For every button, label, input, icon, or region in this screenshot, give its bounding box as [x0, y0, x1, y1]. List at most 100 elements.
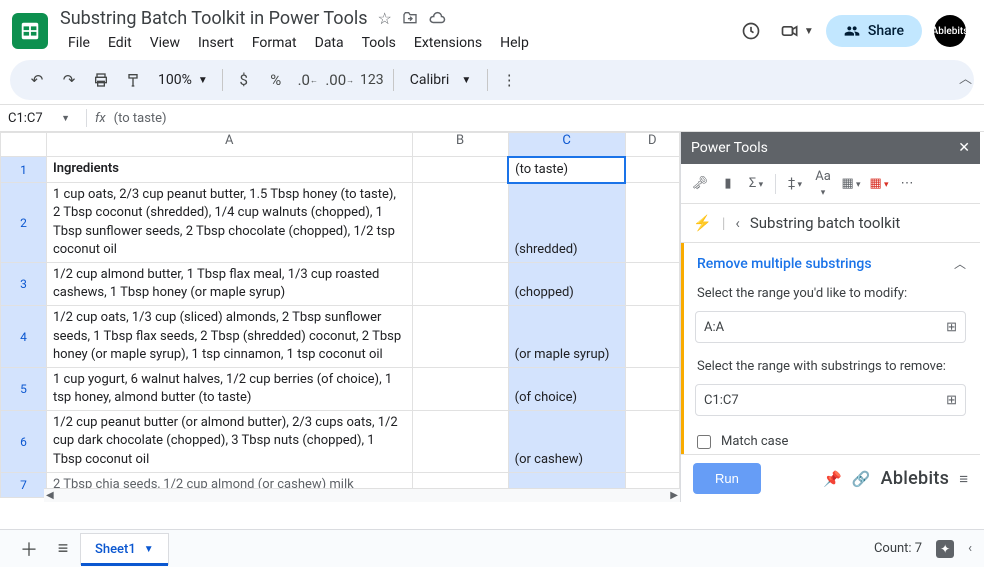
percent-icon[interactable]: % [261, 66, 291, 94]
toolbar: ↶ ↷ 100%▼ $ % .0← .00→ 123 Calibri▼ ⋮ [10, 60, 974, 100]
redo-icon[interactable]: ↷ [54, 66, 84, 94]
panel-close-icon[interactable]: ✕ [958, 140, 970, 156]
col-header-d[interactable]: D [625, 133, 679, 157]
tool-clear-icon[interactable]: ▦ [868, 176, 890, 191]
paint-format-icon[interactable] [118, 66, 148, 94]
history-icon[interactable] [734, 14, 768, 48]
cell[interactable]: (chopped) [508, 262, 625, 305]
bolt-icon[interactable]: ⚡ [693, 214, 712, 232]
cell[interactable] [625, 183, 679, 263]
menu-tools[interactable]: Tools [354, 31, 404, 55]
col-header-a[interactable]: A [46, 133, 412, 157]
cell[interactable] [625, 367, 679, 410]
pin-icon[interactable]: 📌 [823, 470, 842, 488]
range-input-modify[interactable]: A:A ⊞ [695, 311, 966, 343]
print-icon[interactable] [86, 66, 116, 94]
cell[interactable]: 1 cup yogurt, 6 walnut halves, 1/2 cup b… [46, 367, 412, 410]
share-button[interactable]: Share [826, 15, 922, 47]
cell[interactable] [625, 411, 679, 473]
row-header[interactable]: 3 [1, 262, 47, 305]
cell[interactable] [412, 306, 508, 368]
decrease-decimal-icon[interactable]: .0← [293, 66, 323, 94]
sheets-logo-icon[interactable] [12, 13, 48, 49]
move-icon[interactable] [402, 10, 418, 26]
cell[interactable]: (to taste) [508, 157, 625, 183]
link-icon[interactable]: 🔗 [852, 470, 871, 488]
cloud-status-icon[interactable] [428, 9, 446, 27]
col-header-c[interactable]: C [508, 133, 625, 157]
range-picker-icon[interactable]: ⊞ [946, 320, 957, 335]
horizontal-scrollbar[interactable]: ◀▶ [44, 488, 680, 502]
spreadsheet-grid[interactable]: A B C D 1Ingredients (to taste) 21 cup oat… [0, 132, 680, 498]
add-sheet-icon[interactable]: ＋ [12, 534, 46, 564]
tool-text-icon[interactable]: Aa [812, 169, 834, 199]
user-avatar[interactable]: Ablebits [934, 15, 966, 47]
back-icon[interactable]: ‹ [735, 214, 740, 232]
row-header[interactable]: 2 [1, 183, 47, 263]
cell[interactable]: 1/2 cup almond butter, 1 Tbsp flax meal,… [46, 262, 412, 305]
sheet-tab[interactable]: Sheet1 ▼ [80, 533, 169, 565]
zoom-select[interactable]: 100%▼ [150, 72, 216, 88]
sheet-menu-icon[interactable]: ▼ [144, 544, 154, 555]
cell[interactable] [412, 411, 508, 473]
all-sheets-icon[interactable]: ≡ [46, 534, 80, 564]
cell[interactable]: 1/2 cup peanut butter (or almond butter)… [46, 411, 412, 473]
cell[interactable] [412, 183, 508, 263]
menu-data[interactable]: Data [307, 31, 352, 55]
explore-icon[interactable]: ✦ [936, 540, 954, 558]
menu-format[interactable]: Format [244, 31, 305, 55]
match-case-checkbox[interactable]: Match case [681, 428, 980, 454]
range-input-substrings[interactable]: C1:C7 ⊞ [695, 384, 966, 416]
menu-icon[interactable]: ≡ [959, 470, 968, 488]
cell[interactable] [625, 157, 679, 183]
tool-note-icon[interactable]: ▮ [717, 176, 739, 191]
doc-title[interactable]: Substring Batch Toolkit in Power Tools [60, 8, 368, 29]
number-format-icon[interactable]: 123 [357, 66, 387, 94]
menu-view[interactable]: View [142, 31, 188, 55]
menu-edit[interactable]: Edit [100, 31, 140, 55]
collapse-menus-icon[interactable]: ︿ [959, 68, 972, 87]
more-tools-icon[interactable]: ⋮ [494, 66, 524, 94]
row-header[interactable]: 5 [1, 367, 47, 410]
menu-insert[interactable]: Insert [190, 31, 242, 55]
tool-sum-icon[interactable]: Σ [745, 176, 767, 191]
tool-lineheight-icon[interactable]: ‡ [784, 176, 806, 191]
section-header[interactable]: Remove multiple substrings ︿ [681, 243, 980, 282]
cell[interactable]: Ingredients [46, 157, 412, 183]
cell[interactable]: (of choice) [508, 367, 625, 410]
tool-more-icon[interactable]: ⋯ [896, 176, 918, 191]
star-icon[interactable]: ☆ [378, 9, 392, 28]
cell[interactable] [412, 367, 508, 410]
formula-value[interactable]: (to taste) [114, 111, 167, 126]
col-header-b[interactable]: B [412, 133, 508, 157]
increase-decimal-icon[interactable]: .00→ [325, 66, 355, 94]
cell[interactable] [625, 262, 679, 305]
side-panel-toggle-icon[interactable]: ‹ [968, 541, 972, 556]
select-all-cell[interactable] [1, 133, 47, 157]
run-button[interactable]: Run [693, 463, 761, 494]
cell[interactable]: (or maple syrup) [508, 306, 625, 368]
tool-grid-icon[interactable]: ▦ [840, 176, 862, 191]
cell[interactable] [412, 157, 508, 183]
row-header[interactable]: 1 [1, 157, 47, 183]
row-header[interactable]: 6 [1, 411, 47, 473]
cell[interactable]: (or cashew) [508, 411, 625, 473]
status-count[interactable]: Count: 7 [874, 541, 922, 556]
cell[interactable]: 1/2 cup oats, 1/3 cup (sliced) almonds, … [46, 306, 412, 368]
cell[interactable]: (shredded) [508, 183, 625, 263]
row-header[interactable]: 4 [1, 306, 47, 368]
meet-icon[interactable]: ▼ [780, 14, 814, 48]
cell[interactable] [412, 262, 508, 305]
undo-icon[interactable]: ↶ [22, 66, 52, 94]
row-header[interactable]: 7 [1, 472, 47, 497]
currency-icon[interactable]: $ [229, 66, 259, 94]
menu-file[interactable]: File [60, 31, 98, 55]
tool-key-icon[interactable]: 🗝 [689, 176, 711, 191]
menu-help[interactable]: Help [492, 31, 537, 55]
menu-extensions[interactable]: Extensions [406, 31, 490, 55]
font-select[interactable]: Calibri▼ [400, 72, 481, 88]
name-box[interactable]: C1:C7▼ [8, 111, 78, 126]
range-picker-icon[interactable]: ⊞ [946, 393, 957, 408]
cell[interactable]: 1 cup oats, 2/3 cup peanut butter, 1.5 T… [46, 183, 412, 263]
cell[interactable] [625, 306, 679, 368]
